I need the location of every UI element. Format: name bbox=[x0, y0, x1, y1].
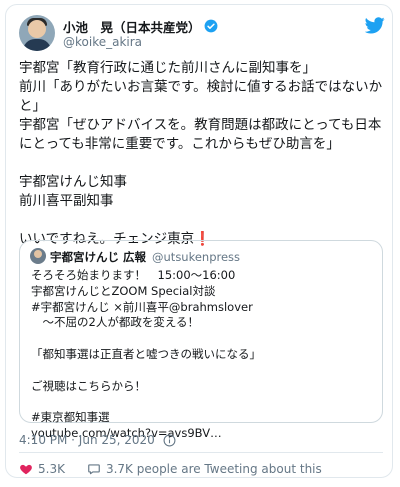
quoted-header: 宇都宮けんじ 広報 @utsukenpress bbox=[50, 249, 240, 265]
tweeting-about-text: 3.7K people are Tweeting about this bbox=[105, 462, 322, 476]
author-handle[interactable]: @koike_akira bbox=[63, 35, 142, 49]
tweet-meta: 4:10 PM · Jun 25, 2020 bbox=[19, 433, 176, 447]
author-avatar[interactable] bbox=[19, 15, 55, 51]
quoted-author-name: 宇都宮けんじ 広報 bbox=[50, 250, 147, 264]
tweeting-about-link[interactable]: 3.7K people are Tweeting about this bbox=[87, 462, 322, 476]
author-name-row[interactable]: 小池 晃（日本共産党） bbox=[63, 17, 218, 36]
quoted-author-avatar bbox=[30, 248, 46, 264]
tweet-actions: 5.3K 3.7K people are Tweeting about this bbox=[19, 461, 344, 477]
speech-bubble-icon bbox=[88, 464, 100, 475]
like-button[interactable]: 5.3K bbox=[19, 462, 65, 476]
heart-icon bbox=[20, 464, 32, 475]
timestamp[interactable]: 4:10 PM · Jun 25, 2020 bbox=[19, 433, 155, 447]
quoted-tweet[interactable]: 宇都宮けんじ 広報 @utsukenpress そろそろ始まります！ 15:00… bbox=[19, 240, 383, 440]
verified-badge-icon bbox=[204, 19, 217, 33]
like-count: 5.3K bbox=[38, 462, 65, 476]
author-name[interactable]: 小池 晃（日本共産党） bbox=[63, 17, 201, 36]
tweet-card: 小池 晃（日本共産党） @koike_akira 宇都宮「教育行政に通じた前川さ… bbox=[5, 4, 393, 478]
tweet-text: 宇都宮「教育行政に通じた前川さんに副知事を」 前川「ありがたいお言葉です。検討に… bbox=[19, 59, 385, 249]
tweet-body: 宇都宮「教育行政に通じた前川さんに副知事を」 前川「ありがたいお言葉です。検討に… bbox=[19, 60, 383, 247]
info-icon[interactable] bbox=[163, 434, 176, 447]
quoted-author-handle: @utsukenpress bbox=[152, 250, 241, 264]
quoted-text: そろそろ始まります！ 15:00〜16:00 宇都宮けんじとZOOM Speci… bbox=[31, 268, 261, 440]
twitter-bird-icon[interactable] bbox=[365, 17, 385, 34]
divider bbox=[19, 452, 383, 453]
